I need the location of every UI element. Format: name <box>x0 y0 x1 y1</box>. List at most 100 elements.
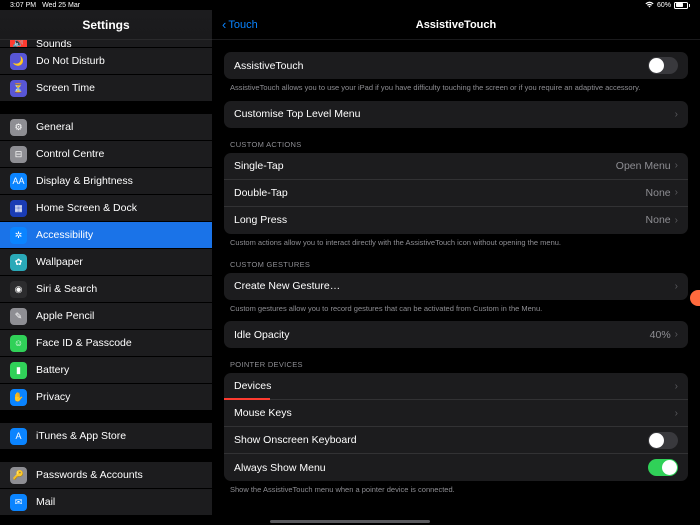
sidebar-item-itunes-app-store[interactable]: AiTunes & App Store <box>0 423 212 450</box>
sidebar-item-label: Control Centre <box>36 148 104 160</box>
idle-opacity-row[interactable]: Idle Opacity 40% › <box>224 321 688 348</box>
status-time: 3:07 PM <box>10 2 36 9</box>
sidebar-item-label: Sounds <box>36 40 72 48</box>
onscreen-kb-toggle[interactable] <box>648 432 678 449</box>
custom-actions-head: CUSTOM ACTIONS <box>224 140 688 153</box>
assistivetouch-toggle[interactable] <box>648 57 678 74</box>
create-gesture-label: Create New Gesture… <box>234 280 675 292</box>
chevron-right-icon: › <box>675 281 678 292</box>
onscreen-keyboard-row[interactable]: Show Onscreen Keyboard <box>224 427 688 454</box>
sidebar-item-sounds[interactable]: 🔊 Sounds <box>0 40 212 48</box>
devices-row[interactable]: Devices › <box>224 373 688 400</box>
general-icon: ⚙︎ <box>10 119 27 136</box>
page-title: AssistiveTouch <box>416 19 497 31</box>
customise-label: Customise Top Level Menu <box>234 108 675 120</box>
main-header: ‹ Touch AssistiveTouch <box>212 10 700 40</box>
sidebar-item-label: Privacy <box>36 391 70 403</box>
always-show-menu-row[interactable]: Always Show Menu <box>224 454 688 481</box>
sidebar-item-screen-time[interactable]: ⏳Screen Time <box>0 75 212 102</box>
back-button[interactable]: ‹ Touch <box>222 18 258 31</box>
passwords-accounts-icon: 🔑 <box>10 467 27 484</box>
sidebar-item-display-brightness[interactable]: AA Display & Brightness <box>0 168 212 195</box>
always-menu-label: Always Show Menu <box>234 462 648 474</box>
status-date: Wed 25 Mar <box>42 2 80 9</box>
back-label: Touch <box>228 19 257 31</box>
sidebar-item-apple-pencil[interactable]: ✎ Apple Pencil <box>0 303 212 330</box>
sidebar-item-wallpaper[interactable]: ✿Wallpaper <box>0 249 212 276</box>
sidebar-item-label: Display & Brightness <box>36 175 133 187</box>
customise-top-level-menu[interactable]: Customise Top Level Menu › <box>224 101 688 128</box>
sidebar-item-label: Accessibility <box>36 229 93 241</box>
sidebar-item-siri-search[interactable]: ◉ Siri & Search <box>0 276 212 303</box>
sidebar-header: Settings <box>0 10 212 40</box>
chevron-right-icon: › <box>675 109 678 120</box>
assistivetouch-toggle-row[interactable]: AssistiveTouch <box>224 52 688 79</box>
sidebar-item-label: Screen Time <box>36 82 95 94</box>
sidebar-item-passwords-accounts[interactable]: 🔑 Passwords & Accounts <box>0 462 212 489</box>
sidebar-item-label: Passwords & Accounts <box>36 469 143 481</box>
chevron-right-icon: › <box>675 215 678 226</box>
sidebar-item-home-screen-dock[interactable]: ▦ Home Screen & Dock <box>0 195 212 222</box>
devices-label: Devices <box>234 380 675 392</box>
mouse-keys-label: Mouse Keys <box>234 407 675 419</box>
assistivetouch-desc: AssistiveTouch allows you to use your iP… <box>224 79 688 93</box>
long-press-value: None <box>646 214 671 226</box>
sidebar-item-label: Home Screen & Dock <box>36 202 137 214</box>
home-screen-dock-icon: ▦ <box>10 200 27 217</box>
sidebar-item-label: Face ID & Passcode <box>36 337 132 349</box>
chevron-right-icon: › <box>675 381 678 392</box>
status-bar: 3:07 PM Wed 25 Mar 60% <box>0 0 700 10</box>
sidebar-item-mail[interactable]: ✉Mail <box>0 489 212 516</box>
main-panel[interactable]: ‹ Touch AssistiveTouch AssistiveTouch As… <box>212 10 700 525</box>
display-brightness-icon: AA <box>10 173 27 190</box>
sidebar-item-general[interactable]: ⚙︎ General <box>0 114 212 141</box>
chevron-right-icon: › <box>675 160 678 171</box>
sidebar-item-label: Siri & Search <box>36 283 97 295</box>
always-menu-toggle[interactable] <box>648 459 678 476</box>
wallpaper-icon: ✿ <box>10 254 27 271</box>
home-indicator[interactable] <box>270 520 430 523</box>
double-tap-label: Double-Tap <box>234 187 646 199</box>
mail-icon: ✉ <box>10 494 27 511</box>
apple-pencil-icon: ✎ <box>10 308 27 325</box>
assistivetouch-label: AssistiveTouch <box>234 60 648 72</box>
pointer-devices-head: POINTER DEVICES <box>224 360 688 373</box>
create-new-gesture-row[interactable]: Create New Gesture… › <box>224 273 688 300</box>
sounds-icon: 🔊 <box>10 40 27 48</box>
custom-gestures-head: CUSTOM GESTURES <box>224 260 688 273</box>
idle-opacity-label: Idle Opacity <box>234 329 650 341</box>
sidebar-item-accessibility[interactable]: ✲ Accessibility <box>0 222 212 249</box>
idle-opacity-value: 40% <box>650 329 671 341</box>
settings-sidebar[interactable]: Settings 🔊 Sounds 🌙 Do Not Disturb ⏳Screen T… <box>0 10 212 525</box>
accessibility-icon: ✲ <box>10 227 27 244</box>
assistivetouch-floating-icon[interactable] <box>690 290 700 306</box>
sidebar-item-control-centre[interactable]: ⊟Control Centre <box>0 141 212 168</box>
sidebar-item-label: Apple Pencil <box>36 310 94 322</box>
sidebar-item-privacy[interactable]: ✋Privacy <box>0 384 212 411</box>
double-tap-value: None <box>646 187 671 199</box>
long-press-row[interactable]: Long Press None › <box>224 207 688 234</box>
sidebar-item-battery[interactable]: ▮ Battery <box>0 357 212 384</box>
mouse-keys-row[interactable]: Mouse Keys › <box>224 400 688 427</box>
sidebar-item-face-id-passcode[interactable]: ☺Face ID & Passcode <box>0 330 212 357</box>
double-tap-row[interactable]: Double-Tap None › <box>224 180 688 207</box>
single-tap-label: Single-Tap <box>234 160 616 172</box>
pointer-foot: Show the AssistiveTouch menu when a poin… <box>224 481 688 495</box>
do-not-disturb-icon: 🌙 <box>10 53 27 70</box>
single-tap-value: Open Menu <box>616 160 671 172</box>
battery-pct: 60% <box>657 2 671 9</box>
siri-search-icon: ◉ <box>10 281 27 298</box>
sidebar-item-label: Do Not Disturb <box>36 55 105 67</box>
sidebar-title: Settings <box>82 18 129 32</box>
single-tap-row[interactable]: Single-Tap Open Menu › <box>224 153 688 180</box>
battery-icon <box>674 2 690 9</box>
highlight-bar <box>224 398 270 400</box>
sidebar-item-do-not-disturb[interactable]: 🌙 Do Not Disturb <box>0 48 212 75</box>
chevron-right-icon: › <box>675 329 678 340</box>
onscreen-kb-label: Show Onscreen Keyboard <box>234 434 648 446</box>
sidebar-item-label: Battery <box>36 364 69 376</box>
battery-icon: ▮ <box>10 362 27 379</box>
sidebar-item-label: General <box>36 121 73 133</box>
chevron-left-icon: ‹ <box>222 18 226 31</box>
sidebar-item-label: iTunes & App Store <box>36 430 126 442</box>
